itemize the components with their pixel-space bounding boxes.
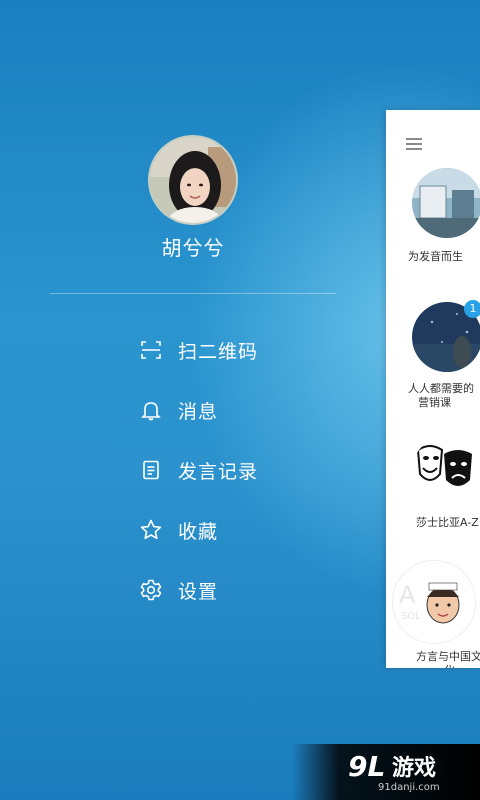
menu-item-label: 发言记录 — [178, 460, 259, 483]
svg-text:A: A — [399, 581, 416, 609]
scan-qr-icon — [138, 337, 164, 363]
menu-item-label: 扫二维码 — [178, 340, 259, 363]
menu-item-messages[interactable]: 消息 — [138, 390, 358, 430]
course-title: 为发音而生 — [408, 250, 463, 263]
watermark-url: 91danji.com — [378, 782, 440, 793]
document-icon — [138, 457, 164, 483]
course-thumbnail — [412, 168, 480, 238]
course-title: 莎士比亚A-Z — [416, 516, 479, 529]
menu-item-label: 收藏 — [178, 520, 219, 543]
avatar-image — [150, 137, 236, 223]
divider — [50, 293, 336, 294]
course-title-line2: 营销课 — [418, 396, 451, 409]
svg-text:9L: 9L — [348, 750, 385, 782]
star-icon — [138, 517, 164, 543]
gear-icon — [138, 577, 164, 603]
course-thumbnail — [412, 436, 480, 506]
course-title: 人人都需要的 — [408, 382, 474, 395]
menu-item-settings[interactable]: 设置 — [138, 570, 358, 610]
username: 胡兮兮 — [161, 236, 225, 260]
menu-item-scan-qr[interactable]: 扫二维码 — [138, 330, 358, 370]
course-thumbnail: A SOL — [392, 560, 476, 644]
menu-item-label: 设置 — [178, 580, 219, 603]
notification-badge: 1 — [464, 300, 480, 318]
course-title: 方言与中国文 — [416, 650, 480, 663]
main-content-panel[interactable]: 为发音而生 1 人人都需要的 营销课 莎士比亚A-Z A SOL 方言与中国文 — [386, 110, 480, 668]
bell-icon — [138, 397, 164, 423]
menu-item-label: 消息 — [178, 400, 219, 423]
menu-item-speech-records[interactable]: 发言记录 — [138, 450, 358, 490]
menu-icon[interactable] — [406, 138, 422, 150]
svg-text:游戏: 游戏 — [392, 755, 436, 781]
svg-text:SOL: SOL — [401, 611, 421, 622]
course-title-line2: 化 — [386, 664, 480, 668]
avatar[interactable] — [148, 135, 238, 225]
watermark-logo: 9L 游戏 — [348, 748, 468, 783]
menu-item-favorites[interactable]: 收藏 — [138, 510, 358, 550]
watermark: 9L 游戏 91danji.com — [292, 744, 480, 800]
